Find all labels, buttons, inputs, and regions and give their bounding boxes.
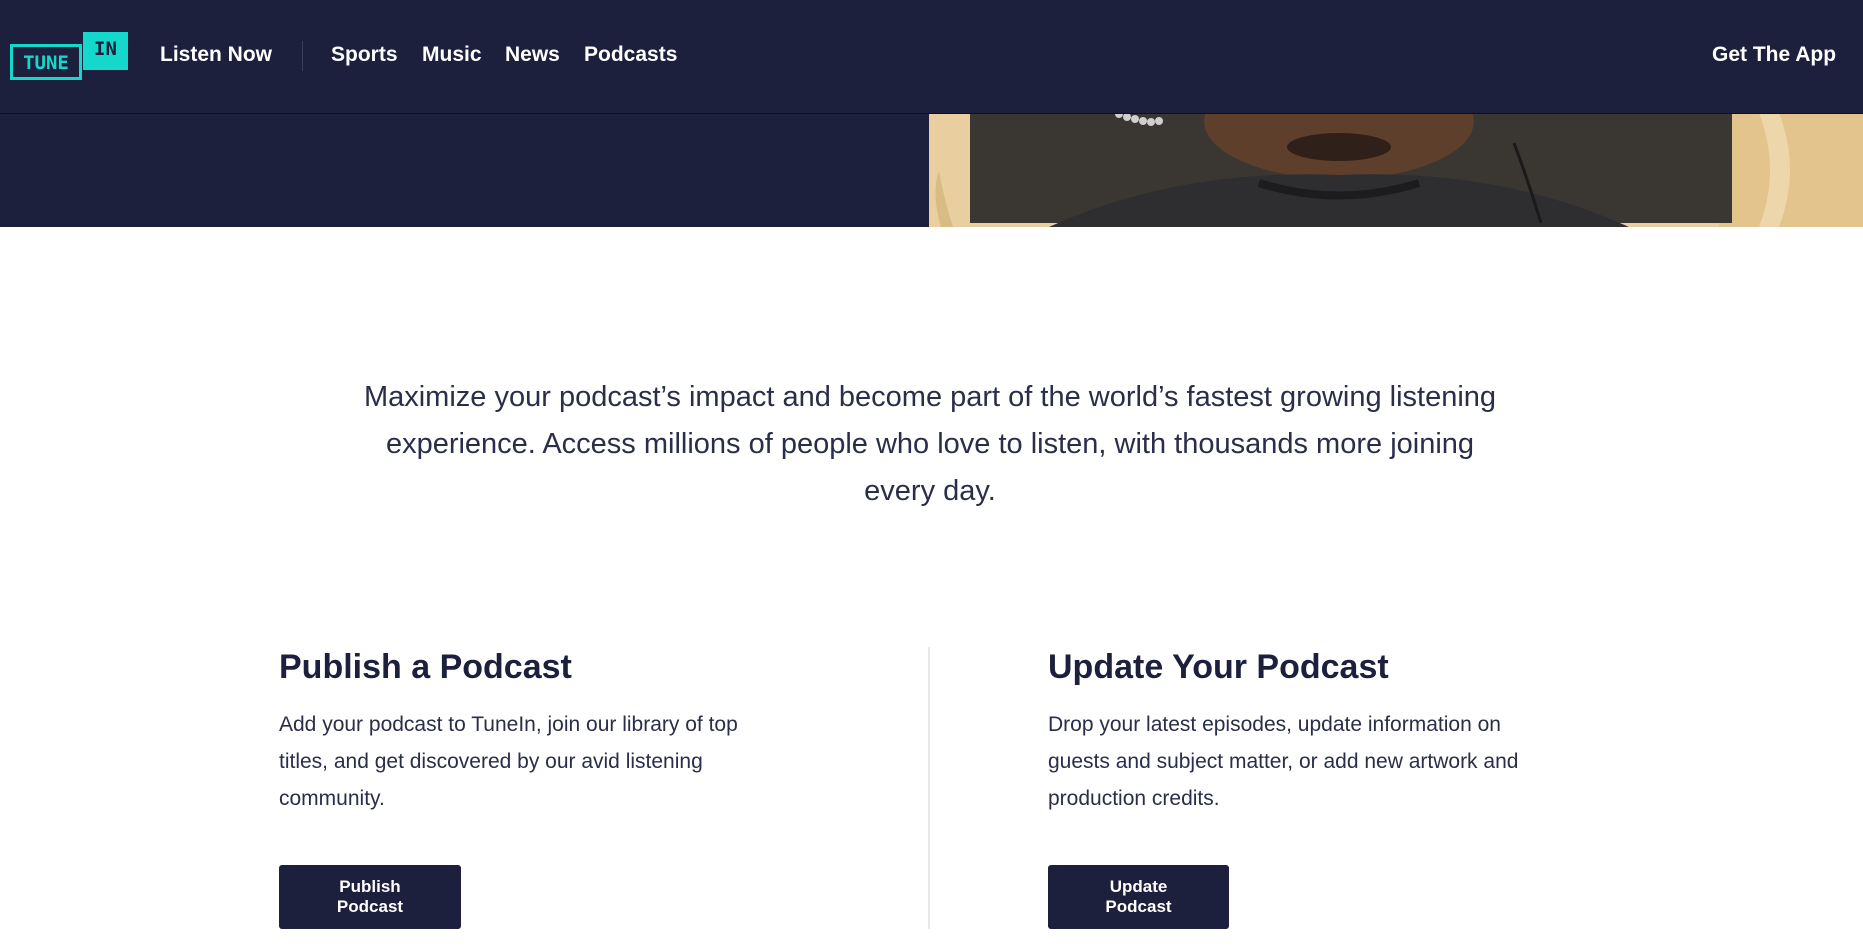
publish-podcast-button[interactable]: Publish Podcast [279, 865, 461, 929]
update-description: Drop your latest episodes, update inform… [1048, 713, 1519, 810]
nav-news[interactable]: News [505, 42, 560, 68]
get-the-app-link[interactable]: Get The App [1712, 42, 1836, 68]
publish-podcast-section: Publish a Podcast Add your podcast to Tu… [279, 645, 799, 817]
column-divider [928, 647, 930, 929]
nav-podcasts[interactable]: Podcasts [584, 42, 677, 68]
update-podcast-button[interactable]: Update Podcast [1048, 865, 1229, 929]
top-navbar: TUNE IN Listen Now Sports Music News Pod… [0, 0, 1863, 114]
update-title: Update Your Podcast [1048, 648, 1389, 686]
tunein-logo[interactable]: TUNE IN [10, 32, 130, 84]
logo-in-text: IN [83, 32, 128, 70]
logo-tune-text: TUNE [10, 44, 82, 80]
intro-paragraph: Maximize your podcast’s impact and becom… [363, 381, 1497, 507]
nav-music[interactable]: Music [422, 42, 482, 68]
publish-description: Add your podcast to TuneIn, join our lib… [279, 713, 738, 810]
nav-sports[interactable]: Sports [331, 42, 398, 68]
update-podcast-section: Update Your Podcast Drop your latest epi… [1048, 645, 1568, 817]
publish-title: Publish a Podcast [279, 648, 572, 686]
nav-listen-now[interactable]: Listen Now [160, 42, 272, 68]
nav-divider [302, 41, 303, 71]
hero-podcaster-image [929, 113, 1863, 227]
hero-banner-left [0, 113, 929, 227]
